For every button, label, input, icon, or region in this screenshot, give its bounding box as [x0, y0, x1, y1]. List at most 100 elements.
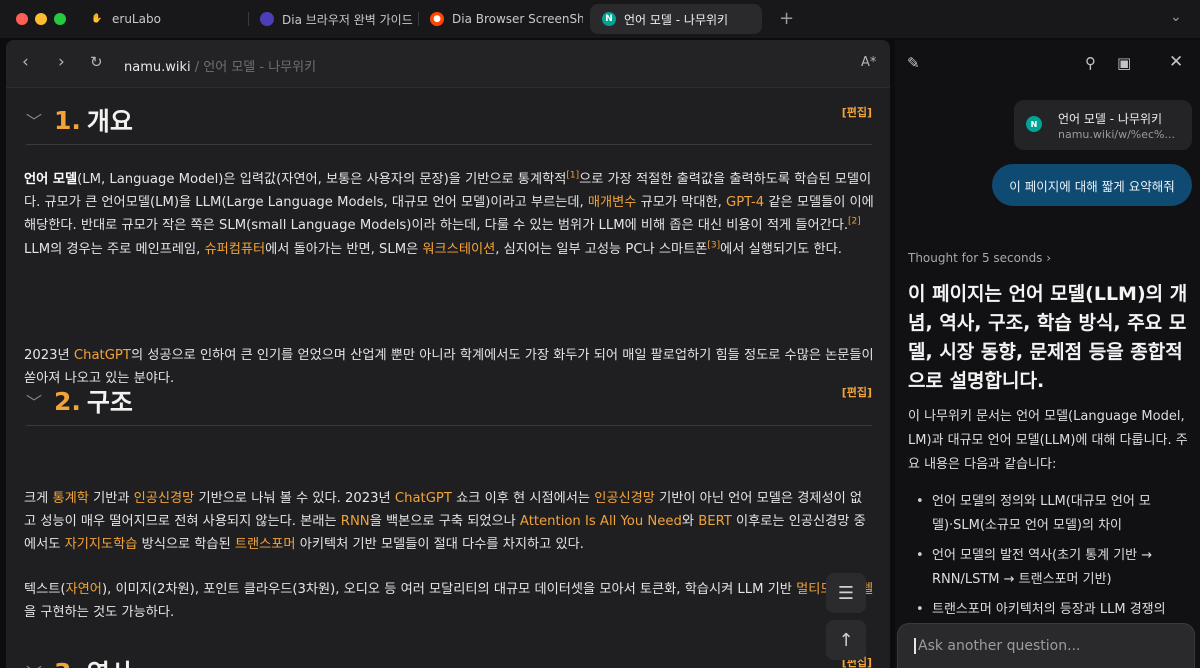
wiki-link[interactable]: GPT-4 [726, 195, 764, 210]
wiki-link[interactable]: 워크스테이션 [422, 242, 495, 257]
back-arrow-icon[interactable]: ‹ [22, 52, 29, 72]
section-title: 역사 [87, 654, 133, 668]
minimize-window-button[interactable] [35, 13, 47, 25]
text: 와 [681, 514, 699, 530]
tab-label: Dia Browser ScreenSho [452, 12, 583, 26]
chevron-down-icon: ﹀ [26, 112, 43, 131]
new-chat-icon[interactable]: ✎ [907, 54, 920, 72]
text: 크게 [24, 491, 53, 506]
wiki-link[interactable]: 슈퍼컴퓨터 [205, 242, 266, 257]
hand-icon: ✋ [91, 14, 103, 24]
assistant-panel: ✎ ⚲ ▣ ✕ N 언어 모델 - 나무위키 namu.wiki/w/%ec%.… [895, 40, 1200, 668]
url-page-title: / 언어 모델 - 나무위키 [190, 60, 317, 75]
text: 아키텍처 기반 모델들이 절대 다수를 차지하고 있다. [295, 537, 584, 553]
reload-icon[interactable]: ↻ [90, 53, 103, 71]
reddit-icon: ● [430, 12, 444, 26]
paragraph-popularity: 2023년 ChatGPT의 성공으로 인하여 큰 인기를 얻었으며 산업계 뿐… [24, 344, 874, 390]
tab-list-chevron-icon[interactable]: ⌄ [1170, 9, 1182, 25]
web-content-panel: ‹ › ↻ namu.wiki / 언어 모델 - 나무위키 A* ﹀ 1. 개… [6, 40, 890, 668]
wiki-link[interactable]: 매개변수 [588, 195, 637, 210]
url-field[interactable]: namu.wiki / 언어 모델 - 나무위키 [124, 56, 316, 75]
scroll-to-top-icon[interactable]: ↑ [826, 620, 866, 660]
list-item: 트랜스포머 아키텍처의 등장과 LLM 경쟁의 [908, 598, 1193, 622]
text: 을 백본으로 구축 되었으나 [369, 514, 520, 530]
wiki-link[interactable]: RNN [341, 514, 370, 529]
user-message-bubble: 이 페이지에 대해 짧게 요약해줘 [992, 164, 1192, 206]
text: (LM, Language Model)은 입력값(자연어, 보통은 사용자의 … [77, 172, 567, 187]
new-tab-plus-icon[interactable]: + [779, 8, 794, 29]
ask-question-input[interactable] [914, 638, 1174, 654]
text: 을 구현하는 것도 가능하다. [24, 605, 175, 621]
sidebar-layout-icon[interactable]: ▣ [1117, 54, 1131, 72]
section-number: 3. [54, 658, 81, 668]
wiki-link[interactable]: BERT [698, 514, 732, 529]
text: 기반으로 나눠 볼 수 있다. 2023년 [194, 491, 395, 506]
text: LLM의 경우는 주로 메인프레임, [24, 241, 205, 257]
section-number: 1. [54, 105, 81, 135]
paragraph-multimodal: 텍스트(자연어), 이미지(2차원), 포인트 클라우드(3차원), 오디오 등… [24, 578, 874, 624]
footnote-link[interactable]: [3] [707, 240, 720, 250]
text: , 심지어는 일부 고성능 PC나 스마트폰 [495, 241, 708, 257]
text: ), 이미지(2차원), 포인트 클라우드(3차원), 오디오 등 여러 모달리… [101, 582, 797, 597]
article-content: ﹀ 1. 개요 [편집] 언어 모델(LM, Language Model)은 … [6, 88, 890, 668]
tab-bar: ✋ eruLabo Dia 브라우저 완벽 가이드: ● Dia Browser… [0, 0, 1200, 38]
wiki-link[interactable]: 통계학 [52, 491, 88, 506]
wiki-link[interactable]: ChatGPT [74, 348, 131, 363]
edit-link[interactable]: [편집] [842, 104, 872, 120]
forward-arrow-icon[interactable]: › [58, 52, 65, 72]
edit-link[interactable]: [편집] [842, 384, 872, 400]
wiki-link[interactable]: 인공신경망 [594, 491, 655, 506]
text: 텍스트( [24, 582, 66, 597]
thought-label: Thought for 5 seconds [908, 251, 1043, 265]
footnote-link[interactable]: [1] [566, 171, 579, 181]
tab-erulabo[interactable]: ✋ eruLabo [78, 4, 243, 34]
tab-dia-guide[interactable]: Dia 브라우저 완벽 가이드: [248, 4, 413, 34]
text: 기반과 [88, 491, 134, 506]
zoom-window-button[interactable] [54, 13, 66, 25]
section-heading-history[interactable]: ﹀ 3. 역사 [26, 654, 133, 668]
answer-body: 이 나무위키 문서는 언어 모델(Language Model, LM)과 대규… [908, 409, 1188, 472]
text: 쇼크 이후 현 시점에서는 [451, 491, 595, 506]
text: 의 성공으로 인하여 큰 인기를 얻었으며 산업계 뿐만 아니라 학계에서도 가… [24, 348, 874, 387]
close-window-button[interactable] [16, 13, 28, 25]
wiki-link[interactable]: 인공신경망 [134, 491, 195, 506]
chevron-down-icon: ﹀ [26, 393, 43, 412]
source-page-card[interactable]: N 언어 모델 - 나무위키 namu.wiki/w/%ec%... [1014, 100, 1192, 150]
paragraph-structure: 크게 통계학 기반과 인공신경망 기반으로 나눠 볼 수 있다. 2023년 C… [24, 487, 874, 557]
tab-dia-screenshot[interactable]: ● Dia Browser ScreenSho [418, 4, 583, 34]
list-item: 언어 모델의 발전 역사(초기 통계 기반 → RNN/LSTM → 트랜스포머… [908, 544, 1193, 592]
tab-namuwiki[interactable]: N 언어 모델 - 나무위키 [590, 4, 762, 34]
source-title: 언어 모델 - 나무위키 [1058, 112, 1163, 126]
tab-label: Dia 브라우저 완벽 가이드: [282, 12, 413, 27]
namuwiki-icon: N [1026, 116, 1042, 132]
bold-term: 언어 모델 [24, 172, 78, 187]
text: 에서 돌아가는 반면, SLM은 [265, 241, 423, 257]
address-bar: ‹ › ↻ namu.wiki / 언어 모델 - 나무위키 A* [6, 40, 890, 88]
reader-mode-icon[interactable]: A* [861, 55, 876, 70]
close-icon[interactable]: ✕ [1169, 52, 1183, 72]
table-of-contents-icon[interactable]: ☰ [826, 573, 866, 613]
section-heading-overview[interactable]: ﹀ 1. 개요 [26, 102, 133, 138]
wiki-link[interactable]: 자기지도학습 [65, 537, 138, 552]
section-heading-structure[interactable]: ﹀ 2. 구조 [26, 383, 133, 419]
thought-toggle[interactable]: Thought for 5 seconds › [908, 251, 1051, 265]
pin-icon[interactable]: ⚲ [1085, 54, 1096, 72]
footnote-link[interactable]: [2] [848, 217, 861, 227]
dia-icon [260, 12, 274, 26]
tab-label: 언어 모델 - 나무위키 [624, 12, 729, 27]
wiki-link[interactable]: 트랜스포머 [235, 537, 296, 552]
namuwiki-icon: N [602, 12, 616, 26]
tab-label: eruLabo [112, 12, 161, 26]
text: 규모가 막대한, [636, 195, 726, 211]
section-title: 개요 [86, 107, 133, 136]
wiki-link[interactable]: 자연어 [66, 582, 102, 597]
chevron-right-icon: › [1046, 251, 1052, 265]
text: 에서 실행되기도 한다. [720, 241, 842, 257]
source-url: namu.wiki/w/%ec%... [1058, 128, 1175, 141]
paragraph-definition: 언어 모델(LM, Language Model)은 입력값(자연어, 보통은 … [24, 168, 874, 261]
wiki-link[interactable]: ChatGPT [395, 491, 452, 506]
section-divider [26, 144, 872, 145]
wiki-link[interactable]: Attention Is All You Need [520, 514, 682, 529]
answer-bullet-list: 언어 모델의 정의와 LLM(대규모 언어 모델)·SLM(소규모 언어 모델)… [908, 490, 1193, 628]
section-title: 구조 [86, 388, 133, 417]
